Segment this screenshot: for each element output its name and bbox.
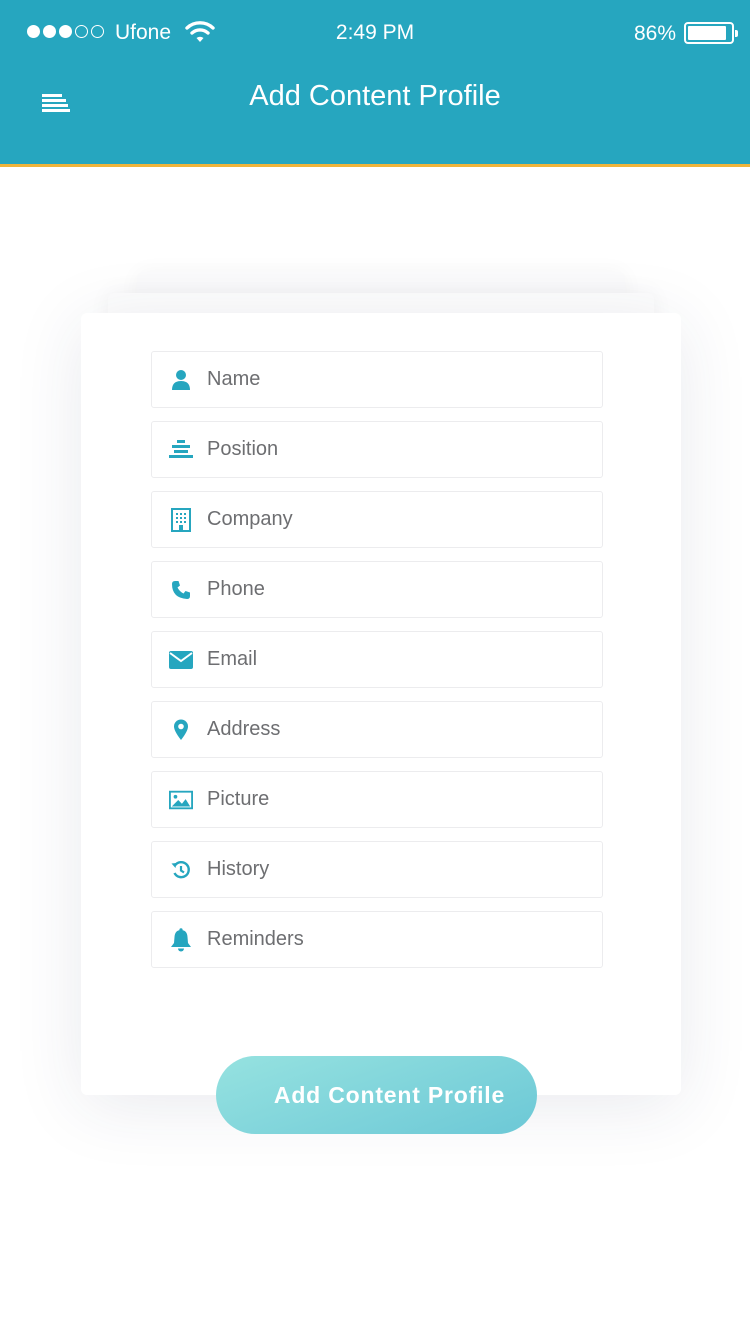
battery-icon xyxy=(684,22,738,44)
image-icon xyxy=(169,788,193,812)
page-title: Add Content Profile xyxy=(249,80,501,112)
company-field-label: Company xyxy=(207,508,293,530)
reminders-field[interactable]: Reminders xyxy=(151,911,603,968)
picture-field[interactable]: Picture xyxy=(151,771,603,828)
history-field-label: History xyxy=(207,858,270,880)
position-field[interactable]: Position xyxy=(151,421,603,478)
add-content-profile-button[interactable]: Add Content Profile xyxy=(216,1056,537,1134)
profile-form-card: Name Position Company Phone Email Addres… xyxy=(81,313,681,1095)
envelope-icon xyxy=(169,648,193,672)
phone-icon xyxy=(169,578,193,602)
battery-percent: 86% xyxy=(634,22,677,45)
phone-field[interactable]: Phone xyxy=(151,561,603,618)
email-field-label: Email xyxy=(207,648,258,670)
user-icon xyxy=(169,368,193,392)
history-icon xyxy=(169,858,193,882)
email-field[interactable]: Email xyxy=(151,631,603,688)
company-field[interactable]: Company xyxy=(151,491,603,548)
reminders-field-label: Reminders xyxy=(207,928,304,950)
name-field[interactable]: Name xyxy=(151,351,603,408)
history-field[interactable]: History xyxy=(151,841,603,898)
picture-field-label: Picture xyxy=(207,788,270,810)
address-field[interactable]: Address xyxy=(151,701,603,758)
phone-field-label: Phone xyxy=(207,578,265,600)
address-field-label: Address xyxy=(207,718,281,740)
building-icon xyxy=(169,507,193,532)
map-pin-icon xyxy=(169,718,193,742)
status-bar: Ufone 2:49 PM 86% xyxy=(0,0,750,66)
name-field-label: Name xyxy=(207,368,261,390)
position-field-label: Position xyxy=(207,438,279,460)
position-icon xyxy=(169,438,193,462)
app-header: Ufone 2:49 PM 86% Add Content Profile xyxy=(0,0,750,167)
bell-icon xyxy=(169,927,193,952)
